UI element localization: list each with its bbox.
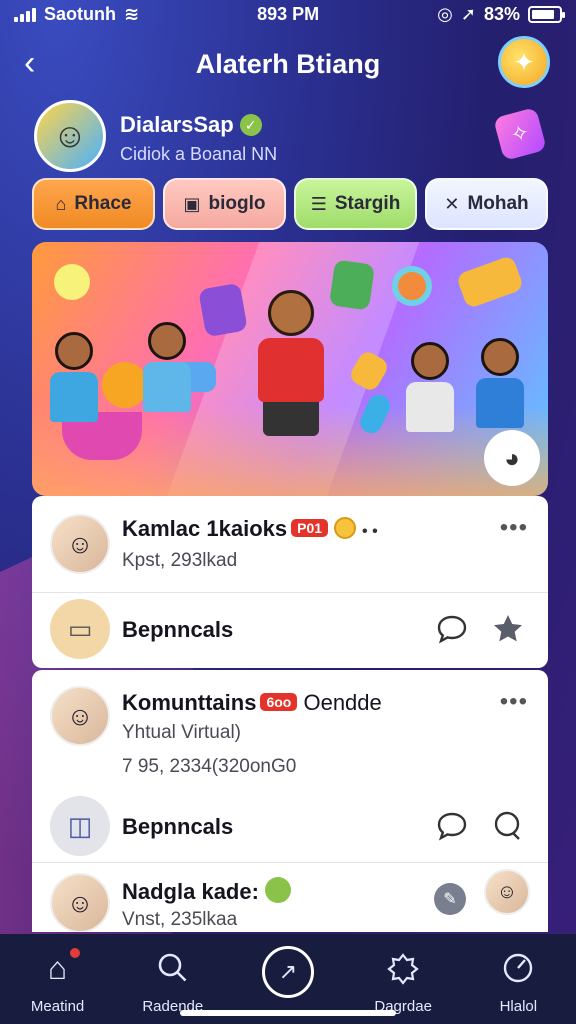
chip-label: Mohah bbox=[467, 193, 529, 214]
ghost-icon: ◕ bbox=[484, 430, 540, 486]
chip-bioglo[interactable]: ▣ bioglo bbox=[163, 178, 286, 230]
alarm-icon: ◎ bbox=[437, 3, 453, 24]
avatar[interactable]: ☺ bbox=[34, 100, 106, 172]
user-meta: 7 95, 2334(320onG0 bbox=[122, 756, 297, 777]
status-badge: 6oo bbox=[260, 693, 298, 711]
tab-label: Meatind bbox=[30, 998, 85, 1015]
camera-icon: ▣ bbox=[183, 193, 201, 214]
notification-dot bbox=[67, 946, 82, 960]
wifi-icon: ≋ bbox=[124, 3, 140, 24]
feed-card: ☺ Kamlac 1kaioks P01 • • Kpst, 293lkad •••… bbox=[32, 496, 548, 668]
compose-icon: ↗ bbox=[261, 946, 314, 998]
tab-compose[interactable]: ↗ bbox=[238, 946, 338, 998]
sticker-icon[interactable]: ☺ bbox=[484, 869, 530, 915]
profile-subtitle: Cidiok a Boanal NN bbox=[120, 144, 278, 164]
character bbox=[44, 332, 104, 442]
chip-rhace[interactable]: ⌂ Rhace bbox=[32, 178, 155, 230]
carrier-label: Saotunh bbox=[44, 3, 116, 24]
toy-icon bbox=[455, 254, 525, 310]
header: ‹ Alaterh Btiang ✦ bbox=[0, 36, 576, 92]
action-label: Bepnncals bbox=[122, 617, 234, 642]
more-icon[interactable]: ••• bbox=[500, 688, 528, 716]
more-icon[interactable]: ••• bbox=[500, 514, 528, 542]
user-meta: Vnst, 235lkaa bbox=[122, 909, 238, 930]
tab-chat[interactable]: Dagrdae bbox=[353, 946, 453, 1015]
user-meta: Yhtual Virtual) bbox=[122, 722, 241, 743]
tab-profile[interactable]: Hlalol bbox=[468, 946, 568, 1015]
battery-percent: 83% bbox=[483, 3, 520, 24]
comment-icon[interactable] bbox=[434, 611, 470, 647]
list-item[interactable]: ☺ Kamlac 1kaioks P01 • • Kpst, 293lkad ••• bbox=[32, 496, 548, 592]
character bbox=[402, 342, 457, 462]
dots-icon: • • bbox=[362, 523, 378, 540]
toy-icon bbox=[328, 259, 376, 311]
reaction-icon[interactable]: ✎ bbox=[434, 883, 466, 915]
action-label: Bepnncals bbox=[122, 814, 234, 839]
toy-icon bbox=[392, 266, 432, 306]
feed-card: ☺ Komunttains 6oo Oendde Yhtual Virtual) … bbox=[32, 670, 548, 932]
chip-label: Stargih bbox=[334, 193, 401, 214]
verified-icon: ✓ bbox=[239, 114, 262, 136]
hero-banner[interactable]: ◕ bbox=[32, 242, 548, 496]
home-icon: ⌂ bbox=[55, 193, 67, 214]
gift-icon[interactable]: ✧ bbox=[493, 107, 547, 161]
star-icon[interactable] bbox=[490, 611, 526, 647]
page-title: Alaterh Btiang bbox=[195, 48, 381, 79]
list-item[interactable]: ▭ Bepnncals bbox=[32, 593, 548, 668]
home-indicator bbox=[180, 1010, 396, 1016]
avatar[interactable]: ☺ bbox=[50, 873, 110, 932]
battery-icon bbox=[527, 5, 565, 23]
user-name: Nadgla kade: bbox=[122, 879, 259, 904]
toy-icon bbox=[54, 264, 90, 300]
comment-icon[interactable] bbox=[434, 808, 470, 844]
character bbox=[256, 290, 326, 440]
profile-header: ☺ DialarsSap ✓ Cidiok a Boanal NN ✧ bbox=[34, 100, 547, 172]
chip-mohah[interactable]: ✕ Mohah bbox=[425, 178, 548, 230]
signal-icon bbox=[14, 6, 36, 22]
reply-icon[interactable] bbox=[490, 808, 526, 844]
back-button[interactable]: ‹ bbox=[24, 46, 35, 80]
leaf-icon bbox=[264, 877, 291, 903]
camera-icon: ▭ bbox=[50, 599, 110, 659]
user-name-suffix: Oendde bbox=[303, 690, 382, 715]
toy-icon bbox=[198, 282, 248, 338]
camera-icon: ◫ bbox=[50, 796, 110, 856]
chip-label: Rhace bbox=[74, 193, 132, 214]
coin-icon bbox=[334, 517, 357, 539]
tab-home[interactable]: ⌂ Meatind bbox=[8, 946, 108, 1015]
avatar[interactable]: ☺ bbox=[50, 514, 110, 574]
close-icon: ✕ bbox=[444, 193, 460, 214]
chip-label: bioglo bbox=[208, 193, 266, 214]
list-item[interactable]: ☺ Nadgla kade: Vnst, 235lkaa ✎ ☺ bbox=[32, 863, 548, 932]
list-item[interactable]: ◫ Bepnncals bbox=[32, 794, 548, 862]
mascot-icon[interactable]: ✦ bbox=[498, 36, 550, 88]
chip-stargih[interactable]: ☰ Stargih bbox=[294, 178, 417, 230]
profile-name: DialarsSap bbox=[120, 112, 234, 137]
list-item[interactable]: ☺ Komunttains 6oo Oendde Yhtual Virtual) … bbox=[32, 670, 548, 794]
search-icon bbox=[151, 946, 195, 990]
status-bar: Saotunh ≋ 893 PM ◎ ➚ 83% bbox=[0, 0, 576, 28]
tab-search[interactable]: Radende bbox=[123, 946, 223, 1015]
status-badge: P01 bbox=[291, 519, 329, 537]
user-name: Kamlac 1kaioks bbox=[122, 516, 288, 541]
location-icon: ➚ bbox=[460, 3, 476, 24]
user-meta: Kpst, 293lkad bbox=[122, 550, 238, 571]
tab-label: Hlalol bbox=[499, 998, 538, 1015]
user-name: Komunttains bbox=[122, 690, 257, 715]
avatar[interactable]: ☺ bbox=[50, 686, 110, 746]
note-icon: ☰ bbox=[310, 193, 327, 214]
clock: 893 PM bbox=[257, 3, 320, 24]
chat-icon bbox=[381, 946, 425, 990]
category-chips: ⌂ Rhace ▣ bioglo ☰ Stargih ✕ Mohah bbox=[32, 178, 548, 230]
profile-icon bbox=[496, 946, 540, 990]
character bbox=[142, 322, 192, 412]
